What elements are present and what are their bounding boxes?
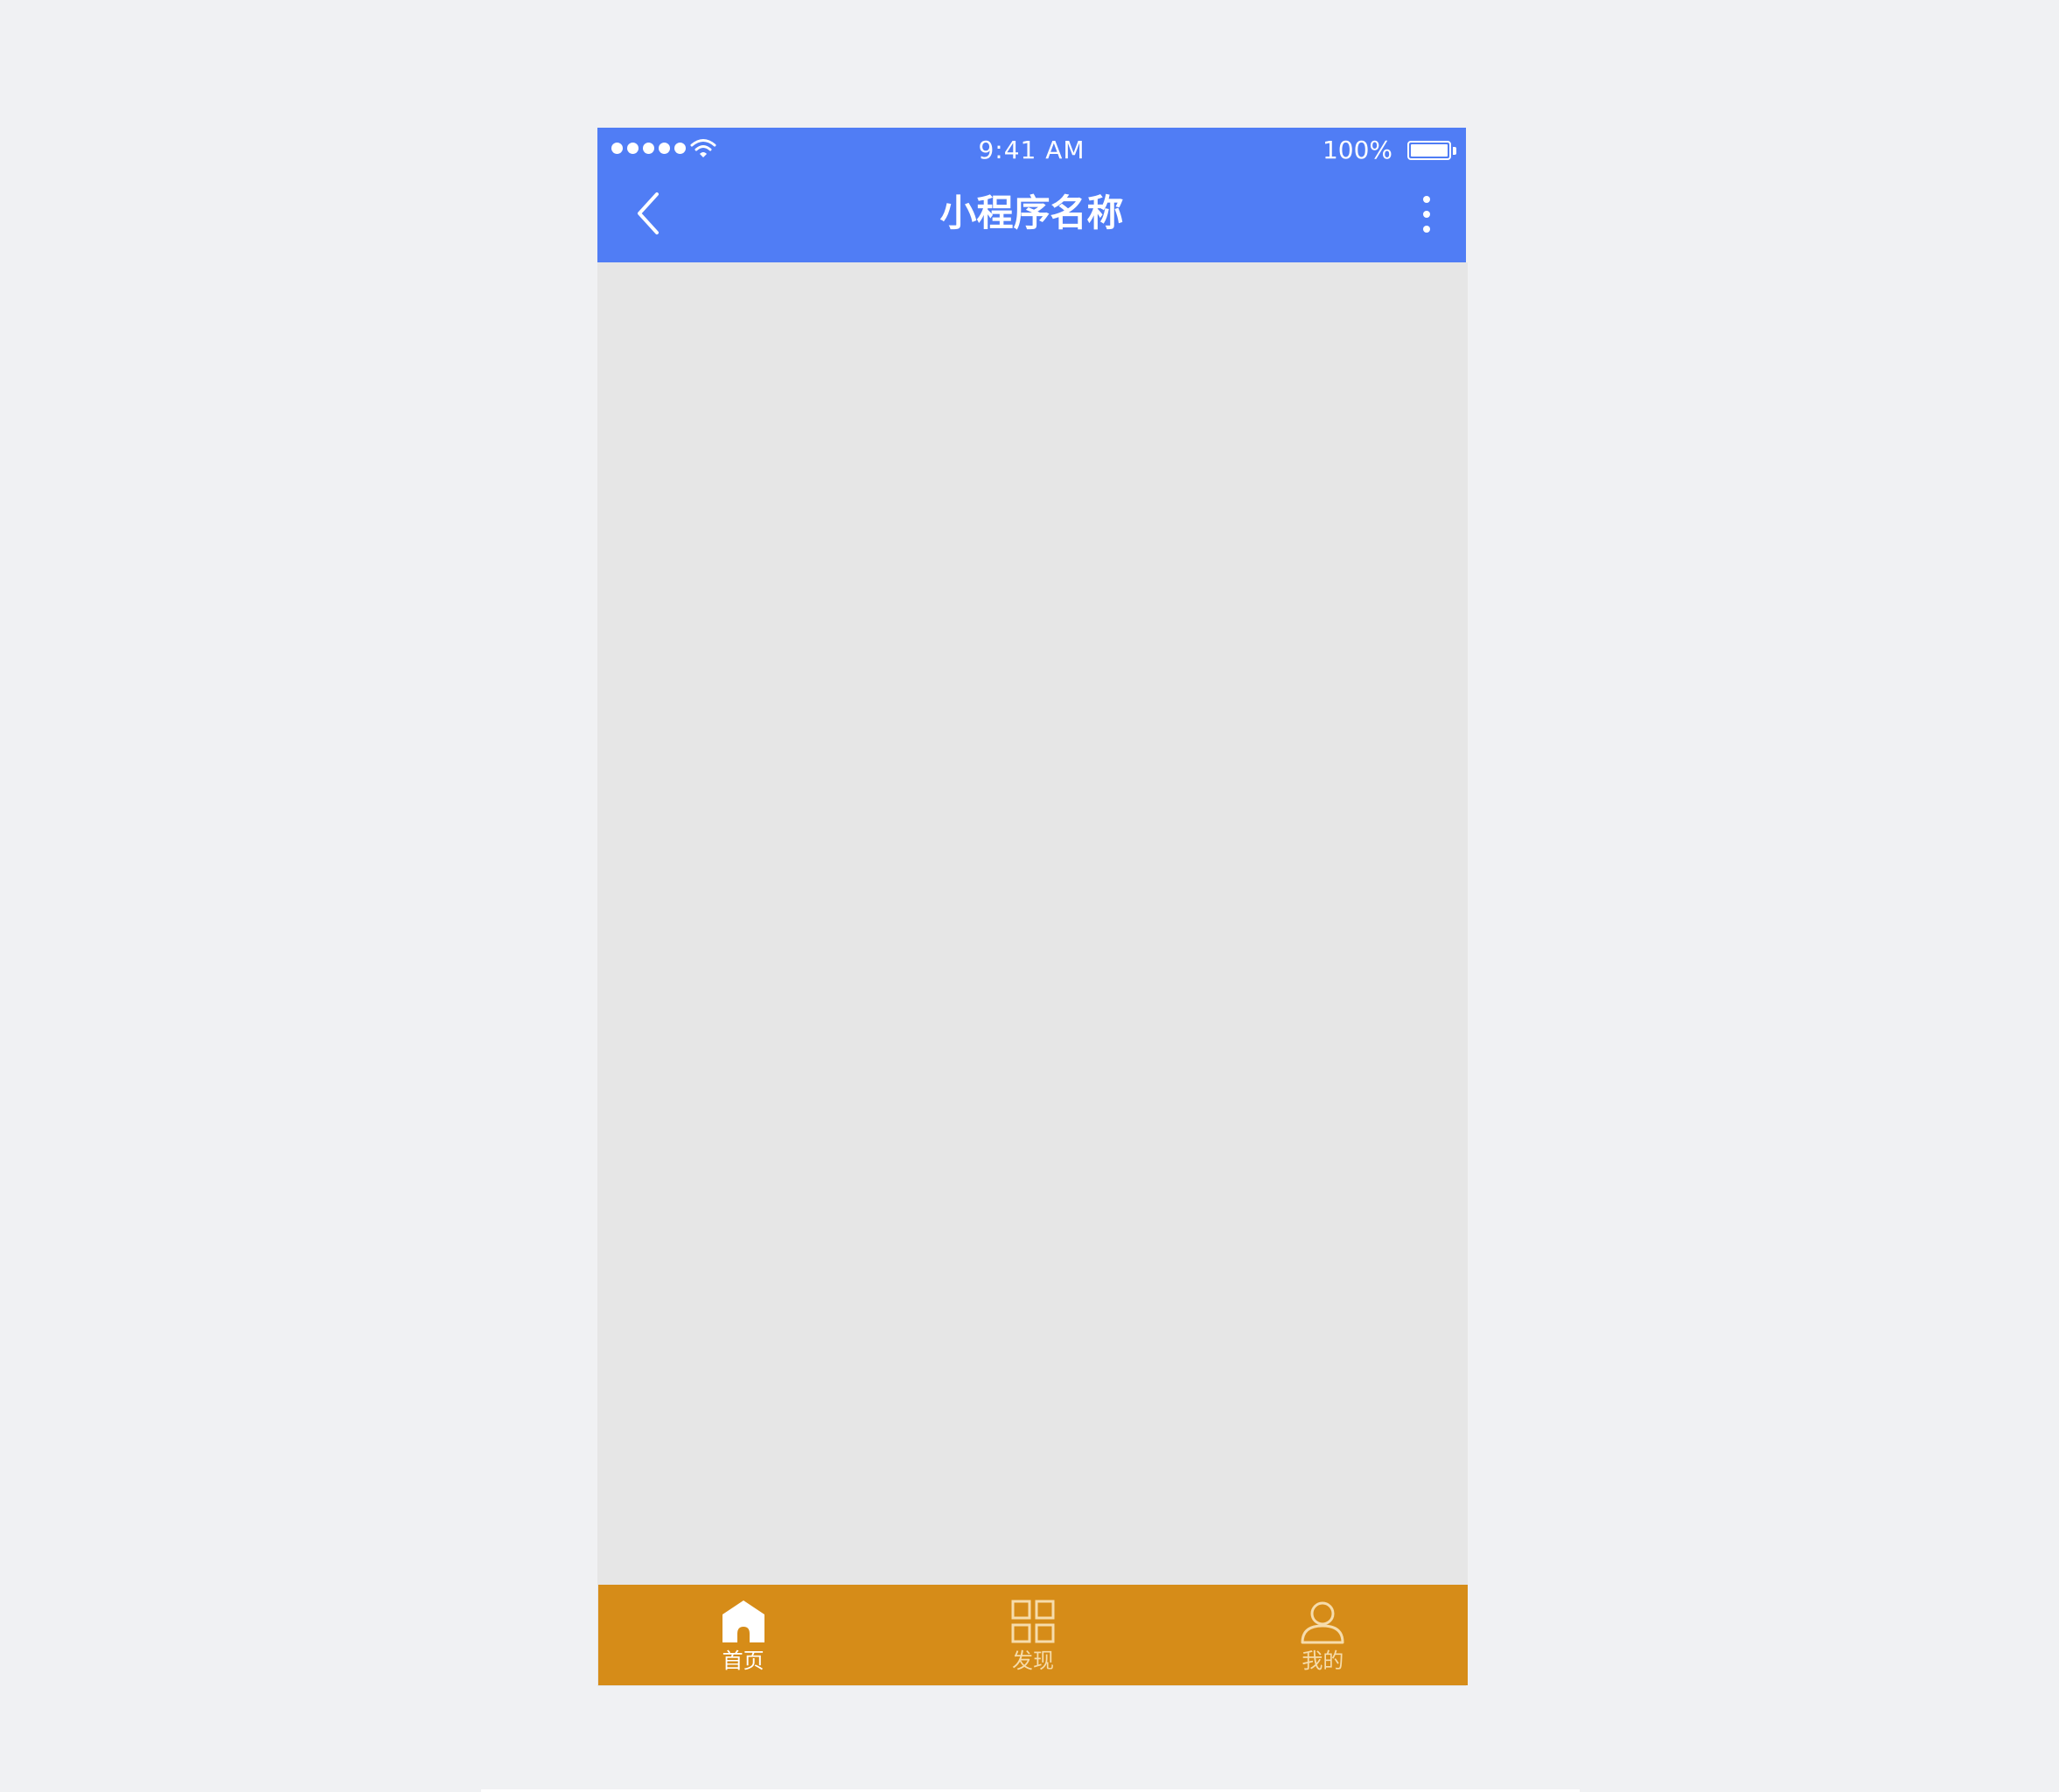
tab-label: 发现 [1011,1649,1054,1673]
home-icon [722,1600,764,1642]
more-vertical-icon[interactable] [1412,192,1441,236]
battery-tip [1453,147,1456,155]
top-bar: 9:41 AM 100% 小程序名称 [597,128,1466,262]
user-icon [1301,1601,1344,1644]
battery-level-fill [1411,144,1448,157]
tab-me[interactable]: 我的 [1178,1585,1468,1685]
phone-frame: 9:41 AM 100% 小程序名称 首页 发现 我的 [597,128,1468,1686]
tab-bar: 首页 发现 我的 [598,1585,1468,1685]
battery-icon [1407,141,1451,160]
tab-label: 首页 [722,1649,764,1673]
battery-percentage: 100% [1322,136,1392,164]
status-bar: 9:41 AM 100% [597,128,1466,171]
chevron-left-icon[interactable] [632,191,667,236]
tab-discover[interactable]: 发现 [888,1585,1177,1685]
navigation-bar: 小程序名称 [597,171,1466,262]
page-title: 小程序名称 [939,192,1124,234]
grid-icon [1011,1600,1055,1643]
page-content [599,262,1468,1585]
tab-label: 我的 [1302,1649,1344,1673]
tab-home[interactable]: 首页 [598,1585,888,1685]
